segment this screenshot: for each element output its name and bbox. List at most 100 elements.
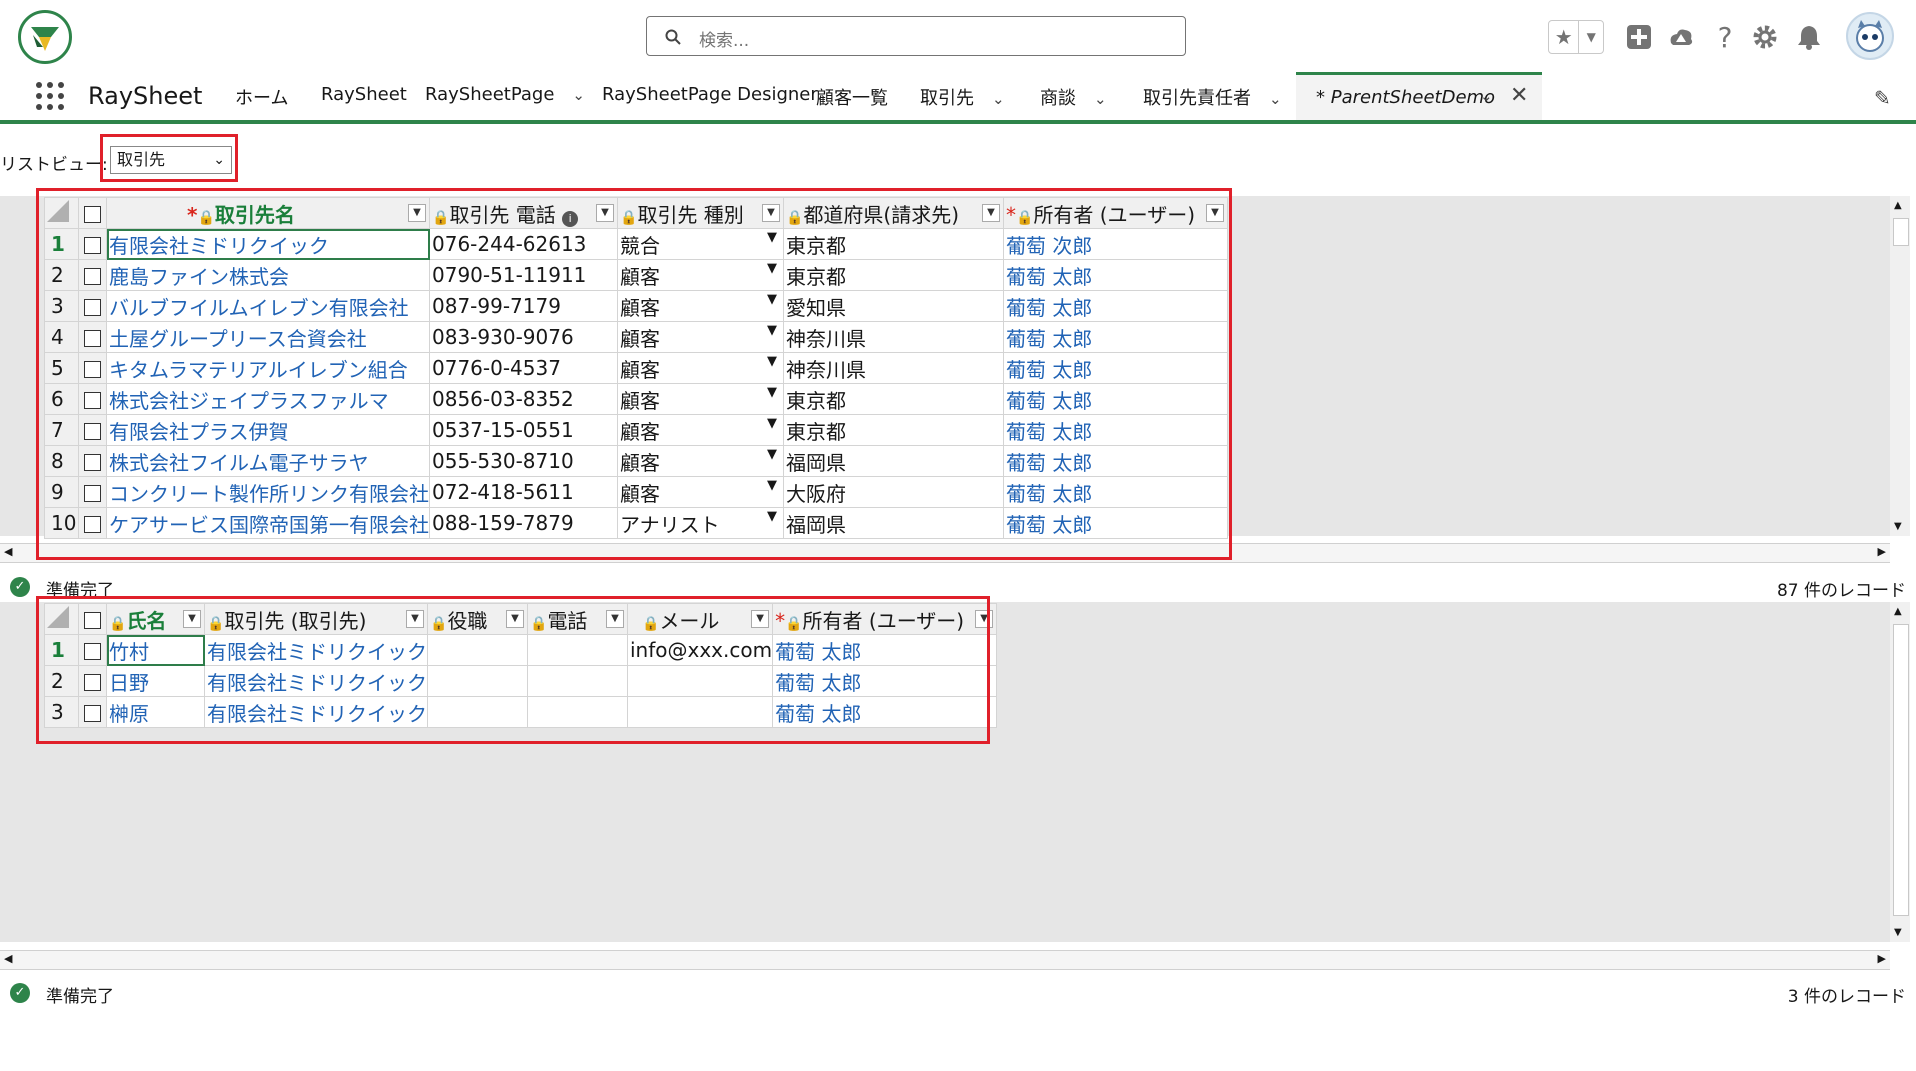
tab-raysheetpage-designer[interactable]: RaySheetPage Designer bbox=[602, 84, 818, 105]
phone-cell[interactable] bbox=[527, 696, 628, 728]
owner-cell[interactable]: 葡萄 太郎 bbox=[1003, 445, 1228, 477]
gear-icon[interactable] bbox=[1748, 20, 1782, 54]
table-row[interactable]: 2 日野 有限会社ミドリクイック 葡萄 太郎 bbox=[44, 665, 998, 697]
row-checkbox[interactable] bbox=[78, 445, 107, 477]
column-header[interactable]: 🔒氏名 ▼ bbox=[106, 603, 205, 635]
scroll-up-icon[interactable]: ▲ bbox=[1894, 606, 1902, 617]
scroll-down-icon[interactable]: ▼ bbox=[1894, 521, 1902, 532]
chevron-down-icon[interactable]: ⌄ bbox=[572, 86, 585, 104]
contact-name-cell[interactable]: 竹村 bbox=[106, 634, 205, 666]
owner-cell[interactable]: 葡萄 太郎 bbox=[1003, 414, 1228, 446]
prefecture-cell[interactable]: 東京都 bbox=[783, 228, 1004, 260]
tab-customer-list[interactable]: 顧客一覧 bbox=[816, 84, 888, 110]
table-row[interactable]: 10 ケアサービス国際帝国第一有限会社 088-159-7879 アナリスト ▼ … bbox=[44, 507, 1228, 539]
scroll-left-icon[interactable]: ◀ bbox=[4, 545, 12, 558]
type-cell[interactable]: アナリスト ▼ bbox=[617, 507, 784, 539]
type-cell[interactable]: 顧客 ▼ bbox=[617, 414, 784, 446]
account-name-cell[interactable]: キタムラマテリアルイレブン組合 bbox=[106, 352, 430, 384]
column-dropdown-icon[interactable]: ▼ bbox=[606, 610, 624, 628]
account-name-cell[interactable]: 土屋グループリース合資会社 bbox=[106, 321, 430, 353]
scroll-right-icon[interactable]: ▶ bbox=[1878, 952, 1886, 965]
row-number[interactable]: 6 bbox=[44, 383, 79, 415]
column-dropdown-icon[interactable]: ▼ bbox=[596, 204, 614, 222]
account-name-cell[interactable]: 鹿島ファイン株式会 bbox=[106, 259, 430, 291]
column-header[interactable]: *🔒所有者 (ユーザー) ▼ bbox=[1003, 197, 1228, 229]
table-row[interactable]: 6 株式会社ジェイプラスファルマ 0856-03-8352 顧客 ▼ 東京都 葡萄… bbox=[44, 383, 1228, 415]
account-name-cell[interactable]: 株式会社フイルム電子サラヤ bbox=[106, 445, 430, 477]
row-number[interactable]: 4 bbox=[44, 321, 79, 353]
owner-cell[interactable]: 葡萄 太郎 bbox=[1003, 476, 1228, 508]
select-all-corner[interactable] bbox=[44, 197, 79, 229]
column-dropdown-icon[interactable]: ▼ bbox=[1206, 204, 1224, 222]
owner-cell[interactable]: 葡萄 太郎 bbox=[1003, 383, 1228, 415]
column-dropdown-icon[interactable]: ▼ bbox=[408, 204, 426, 222]
account-name-cell[interactable]: ケアサービス国際帝国第一有限会社 bbox=[106, 507, 430, 539]
scroll-up-icon[interactable]: ▲ bbox=[1894, 200, 1902, 211]
type-cell[interactable]: 顧客 ▼ bbox=[617, 383, 784, 415]
title-cell[interactable] bbox=[427, 665, 528, 697]
trailhead-icon[interactable] bbox=[1664, 20, 1698, 54]
column-header[interactable]: *🔒所有者 (ユーザー) ▼ bbox=[772, 603, 998, 635]
chevron-down-icon[interactable]: ⌄ bbox=[1480, 87, 1493, 105]
chevron-down-icon[interactable]: ▼ bbox=[1579, 21, 1603, 53]
star-icon[interactable]: ★ bbox=[1549, 21, 1580, 53]
row-number[interactable]: 3 bbox=[44, 290, 79, 322]
tab-accounts[interactable]: 取引先 ⌄ bbox=[920, 84, 1005, 110]
type-cell[interactable]: 顧客 ▼ bbox=[617, 290, 784, 322]
email-cell[interactable] bbox=[626, 696, 774, 728]
contact-name-cell[interactable]: 榊原 bbox=[106, 696, 205, 728]
row-number[interactable]: 8 bbox=[44, 445, 79, 477]
column-dropdown-icon[interactable]: ▼ bbox=[762, 204, 780, 222]
row-checkbox[interactable] bbox=[78, 228, 107, 260]
row-checkbox[interactable] bbox=[78, 665, 107, 697]
phone-cell[interactable]: 072-418-5611 bbox=[429, 476, 618, 508]
table-row[interactable]: 1 有限会社ミドリクイック 076-244-62613 競合 ▼ 東京都 葡萄 次… bbox=[44, 228, 1228, 260]
owner-cell[interactable]: 葡萄 次郎 bbox=[1003, 228, 1228, 260]
chevron-down-icon[interactable]: ⌄ bbox=[1269, 90, 1282, 108]
phone-cell[interactable]: 088-159-7879 bbox=[429, 507, 618, 539]
owner-cell[interactable]: 葡萄 太郎 bbox=[1003, 352, 1228, 384]
phone-cell[interactable]: 0856-03-8352 bbox=[429, 383, 618, 415]
user-avatar[interactable] bbox=[1846, 12, 1894, 60]
account-name-cell[interactable]: 株式会社ジェイプラスファルマ bbox=[106, 383, 430, 415]
phone-cell[interactable]: 087-99-7179 bbox=[429, 290, 618, 322]
account-cell[interactable]: 有限会社ミドリクイック bbox=[204, 665, 428, 697]
email-cell[interactable]: info@xxx.com bbox=[626, 634, 774, 666]
account-name-cell[interactable]: バルブフイルムイレブン有限会社 bbox=[106, 290, 430, 322]
global-search-input[interactable]: 検索... bbox=[646, 16, 1186, 56]
app-launcher-icon[interactable] bbox=[36, 82, 66, 112]
prefecture-cell[interactable]: 東京都 bbox=[783, 383, 1004, 415]
row-number[interactable]: 10 bbox=[44, 507, 79, 539]
table-row[interactable]: 3 榊原 有限会社ミドリクイック 葡萄 太郎 bbox=[44, 696, 998, 728]
tab-contacts[interactable]: 取引先責任者 ⌄ bbox=[1143, 84, 1282, 110]
row-number[interactable]: 1 bbox=[44, 228, 79, 260]
child-horizontal-scrollbar[interactable]: ◀ ▶ bbox=[0, 950, 1890, 970]
chevron-down-icon[interactable]: ⌄ bbox=[1094, 90, 1107, 108]
column-dropdown-icon[interactable]: ▼ bbox=[975, 610, 994, 628]
row-number[interactable]: 3 bbox=[44, 696, 79, 728]
phone-cell[interactable] bbox=[527, 634, 628, 666]
parent-horizontal-scrollbar[interactable]: ◀ ▶ bbox=[0, 543, 1890, 563]
account-cell[interactable]: 有限会社ミドリクイック bbox=[204, 696, 428, 728]
column-dropdown-icon[interactable]: ▼ bbox=[183, 610, 201, 628]
select-all-checkbox[interactable] bbox=[78, 197, 107, 229]
account-name-cell[interactable]: 有限会社プラス伊賀 bbox=[106, 414, 430, 446]
owner-cell[interactable]: 葡萄 太郎 bbox=[772, 665, 998, 697]
column-dropdown-icon[interactable]: ▼ bbox=[506, 610, 524, 628]
tab-opportunities[interactable]: 商談 ⌄ bbox=[1040, 84, 1107, 110]
row-checkbox[interactable] bbox=[78, 290, 107, 322]
column-dropdown-icon[interactable]: ▼ bbox=[982, 204, 1000, 222]
column-header[interactable]: 🔒都道府県(請求先) ▼ bbox=[783, 197, 1004, 229]
prefecture-cell[interactable]: 福岡県 bbox=[783, 507, 1004, 539]
edit-nav-icon[interactable]: ✎ bbox=[1874, 86, 1891, 110]
row-number[interactable]: 2 bbox=[44, 259, 79, 291]
owner-cell[interactable]: 葡萄 太郎 bbox=[772, 696, 998, 728]
phone-cell[interactable]: 055-530-8710 bbox=[429, 445, 618, 477]
info-icon[interactable]: i bbox=[562, 210, 579, 227]
prefecture-cell[interactable]: 愛知県 bbox=[783, 290, 1004, 322]
email-cell[interactable] bbox=[626, 665, 774, 697]
table-row[interactable]: 5 キタムラマテリアルイレブン組合 0776-0-4537 顧客 ▼ 神奈川県 葡… bbox=[44, 352, 1228, 384]
title-cell[interactable] bbox=[427, 634, 528, 666]
title-cell[interactable] bbox=[427, 696, 528, 728]
phone-cell[interactable]: 0537-15-0551 bbox=[429, 414, 618, 446]
